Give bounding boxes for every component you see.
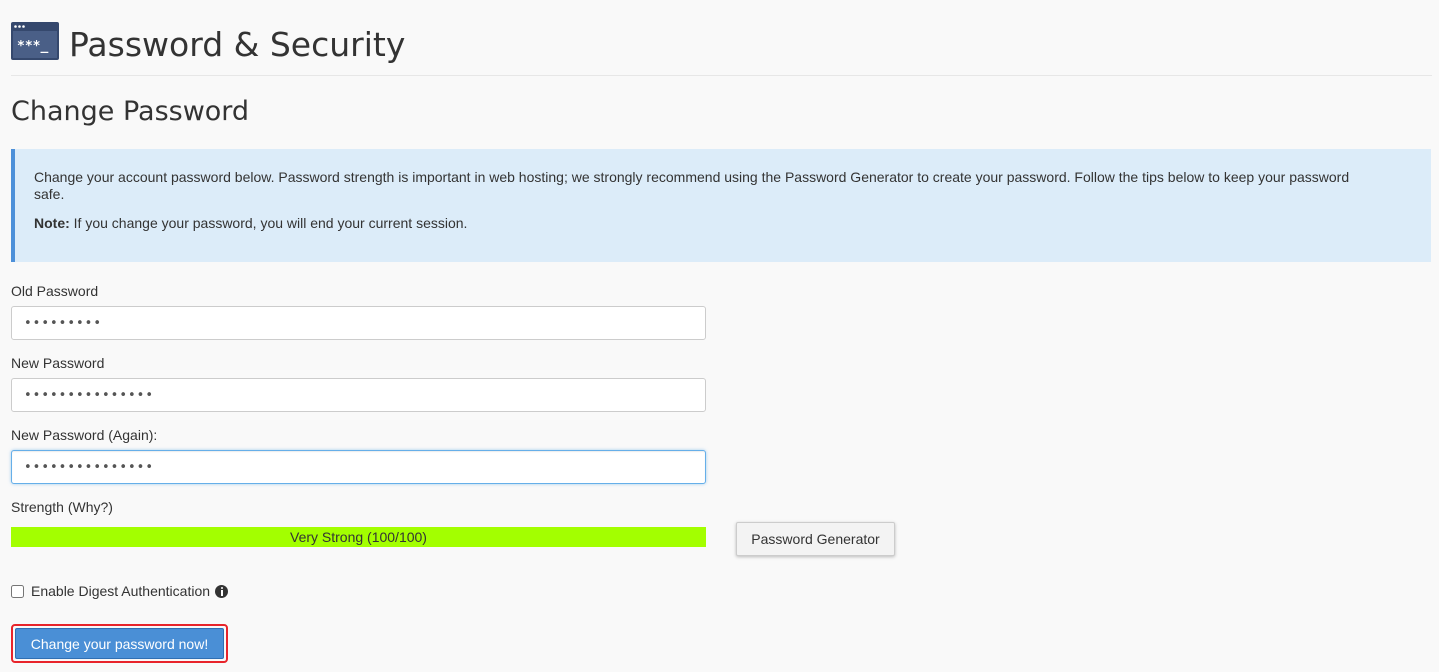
strength-meter: Very Strong (100/100) [11, 527, 706, 547]
digest-auth-checkbox[interactable] [11, 584, 24, 598]
callout-note-label: Note: [34, 215, 70, 231]
password-terminal-icon: ***_ [11, 22, 59, 60]
page: ***_ Password & Security Change Password… [11, 0, 1432, 672]
page-title: Password & Security [69, 25, 406, 64]
old-password-label: Old Password [11, 283, 99, 299]
info-callout: Change your account password below. Pass… [11, 149, 1431, 262]
callout-text: Change your account password below. Pass… [34, 169, 1350, 202]
digest-auth-row: Enable Digest Authentication [11, 581, 229, 601]
change-password-button[interactable]: Change your password now! [15, 628, 224, 659]
new-password-again-input[interactable] [11, 450, 706, 484]
section-title: Change Password [11, 96, 250, 127]
strength-label: Strength (Why?) [11, 499, 113, 515]
password-generator-button[interactable]: Password Generator [736, 522, 895, 556]
callout-note-text: If you change your password, you will en… [69, 215, 468, 231]
submit-highlight: Change your password now! [11, 624, 228, 663]
old-password-input[interactable] [11, 306, 706, 340]
new-password-input[interactable] [11, 378, 706, 412]
info-circle-icon[interactable] [215, 584, 229, 598]
new-password-again-label: New Password (Again): [11, 427, 158, 443]
password-icon-text: ***_ [17, 39, 48, 54]
digest-auth-label[interactable]: Enable Digest Authentication [31, 583, 210, 600]
strength-meter-text: Very Strong (100/100) [290, 529, 427, 545]
new-password-label: New Password [11, 355, 105, 371]
callout-note: Note: If you change your password, you w… [34, 215, 1369, 232]
page-header: ***_ Password & Security [11, 18, 1432, 76]
